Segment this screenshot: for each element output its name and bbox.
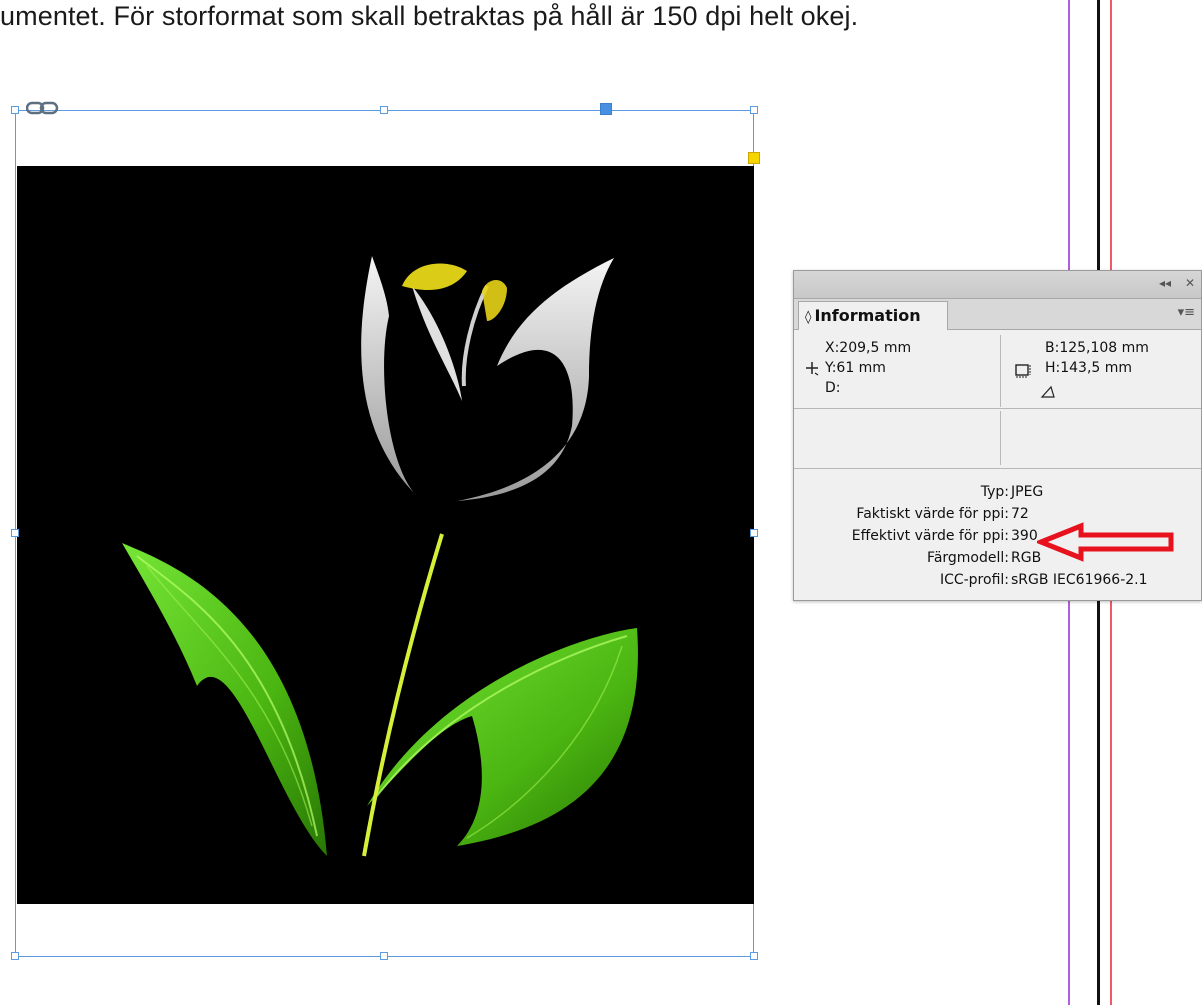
section-divider-h2 — [794, 468, 1201, 469]
frame-size-icon — [1015, 364, 1031, 378]
tab-information[interactable]: ◊ Information — [798, 301, 948, 330]
faktiskt-ppi-value: 72 — [1011, 506, 1029, 522]
placed-image-tulip[interactable] — [17, 166, 754, 904]
panel-titlebar[interactable]: ◂◂ ✕ — [794, 271, 1201, 299]
section-divider-v2 — [1000, 411, 1001, 465]
document-text-line: umentet. För storformat som skall betrak… — [0, 1, 859, 31]
handle-top-left[interactable] — [11, 106, 19, 114]
handle-bottom-center[interactable] — [380, 952, 388, 960]
section-divider-v1 — [1000, 335, 1001, 407]
yellow-bud-left — [402, 263, 467, 291]
angle-icon — [1040, 385, 1055, 398]
tulip-illustration — [122, 256, 638, 857]
icc-profil-label: ICC-profil: — [939, 572, 1009, 588]
typ-value: JPEG — [1011, 484, 1044, 500]
tab-arrows-icon: ◊ — [805, 310, 812, 325]
row-typ: Typ: JPEG — [794, 484, 1174, 500]
y-value: Y:61 mm — [825, 360, 886, 376]
left-petal — [361, 256, 417, 496]
row-faktiskt-ppi: Faktiskt värde för ppi: 72 — [794, 506, 1174, 522]
b-value: B:125,108 mm — [1045, 340, 1149, 356]
h-value: H:143,5 mm — [1045, 360, 1133, 376]
d-value: D: — [825, 380, 841, 396]
close-panel-button[interactable]: ✕ — [1185, 276, 1195, 290]
handle-middle-right[interactable] — [750, 529, 758, 537]
row-icc-profil: ICC-profil: sRGB IEC61966-2.1 — [794, 572, 1174, 588]
yellow-bud-right — [482, 280, 507, 321]
handle-top-right[interactable] — [750, 106, 758, 114]
crosshair-icon — [806, 362, 819, 376]
icc-profil-value: sRGB IEC61966-2.1 — [1011, 572, 1148, 588]
red-arrow-icon — [1037, 522, 1174, 562]
panel-tab-row: ◊ Information — [794, 299, 1201, 330]
handle-middle-left[interactable] — [11, 529, 19, 537]
typ-label: Typ: — [980, 484, 1009, 500]
handle-bottom-left[interactable] — [11, 952, 19, 960]
left-leaf — [122, 543, 327, 856]
tab-label: Information — [814, 306, 921, 325]
collapse-panel-button[interactable]: ◂◂ — [1159, 276, 1171, 290]
right-petal — [457, 258, 614, 501]
corner-options-handle[interactable] — [748, 152, 760, 164]
effektivt-ppi-value: 390 — [1011, 528, 1038, 544]
handle-top-center[interactable] — [380, 106, 388, 114]
stem — [362, 533, 444, 857]
effektivt-ppi-label: Effektivt värde för ppi: — [851, 528, 1009, 544]
content-grabber-handle[interactable] — [600, 103, 612, 115]
panel-menu-button[interactable]: ▾≡ — [1178, 305, 1195, 320]
link-icon[interactable] — [26, 101, 60, 115]
handle-bottom-right[interactable] — [750, 952, 758, 960]
inner-petal — [412, 286, 462, 401]
section-divider-h1 — [794, 408, 1201, 409]
faktiskt-ppi-label: Faktiskt värde för ppi: — [856, 506, 1009, 522]
fargmodell-label: Färgmodell: — [927, 550, 1009, 566]
x-value: X:209,5 mm — [825, 340, 912, 356]
